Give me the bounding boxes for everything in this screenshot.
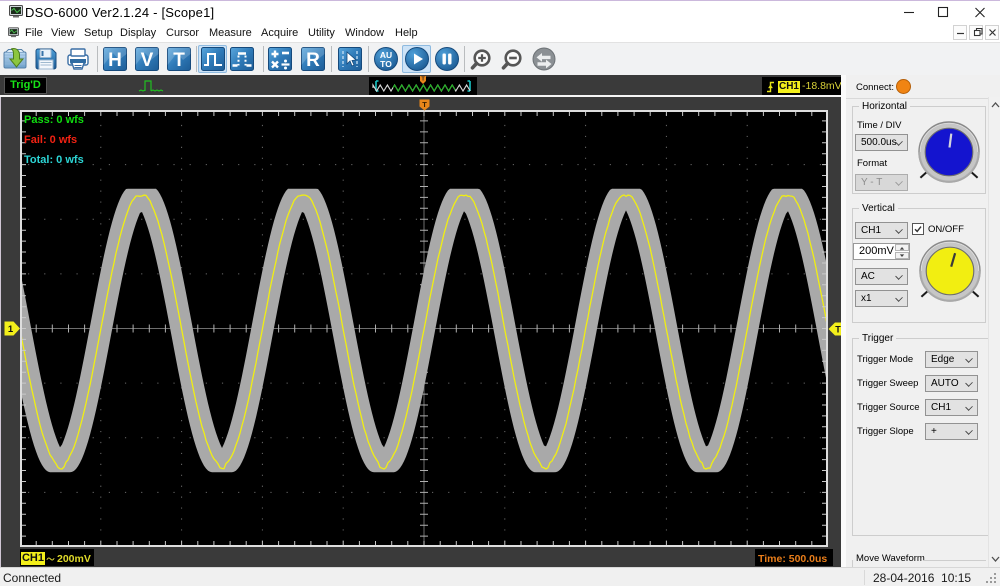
svg-text:R: R [306, 50, 320, 71]
svg-text:T: T [422, 100, 427, 109]
svg-text:TO: TO [380, 59, 392, 69]
svg-text:H: H [108, 50, 122, 71]
svg-text:1: 1 [8, 324, 14, 335]
svg-text:V: V [141, 50, 154, 71]
svg-text:T: T [173, 50, 185, 71]
